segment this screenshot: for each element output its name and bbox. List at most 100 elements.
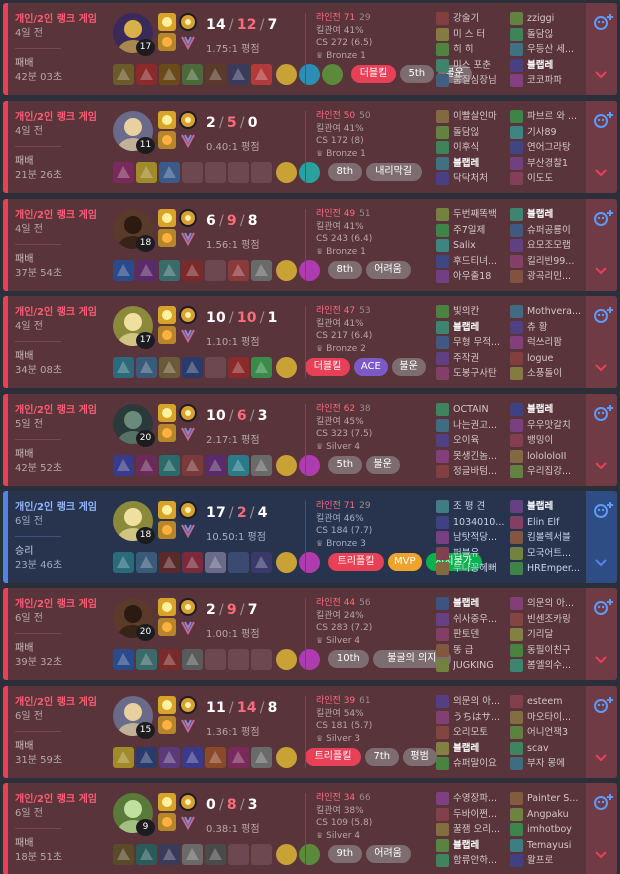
item-slot[interactable]: [205, 357, 226, 378]
player-entry[interactable]: 요모조모랩: [510, 238, 582, 253]
player-name[interactable]: Salix: [453, 238, 508, 253]
player-name[interactable]: 왈프로: [527, 853, 582, 868]
item-slot[interactable]: [113, 357, 134, 378]
add-favorite-icon[interactable]: [593, 501, 615, 519]
player-entry[interactable]: 코코파파: [510, 73, 582, 88]
player-entry[interactable]: 강술기: [436, 11, 508, 26]
player-name[interactable]: 히 히: [453, 42, 508, 57]
player-entry[interactable]: HREmper...: [510, 561, 582, 576]
player-name[interactable]: 두바이쩐...: [453, 807, 508, 822]
match-row[interactable]: 개인/2인 랭크 게임 4일 전 패배 42분 03초 17 14/12/7 1.75:1 …: [3, 3, 617, 95]
player-entry[interactable]: 돌담읺: [436, 125, 508, 140]
player-name[interactable]: 쉬사중우...: [453, 612, 508, 627]
item-slot[interactable]: [136, 552, 157, 573]
player-entry[interactable]: 부자 몽에: [510, 756, 582, 771]
player-name[interactable]: OCTAIN: [453, 402, 508, 417]
item-slot[interactable]: [205, 64, 226, 85]
item-slot[interactable]: [205, 844, 226, 865]
item-slot[interactable]: [136, 64, 157, 85]
player-entry[interactable]: 츄 황: [510, 320, 582, 335]
player-name[interactable]: Angpaku: [527, 807, 582, 822]
player-name[interactable]: 퍼블유: [453, 546, 508, 561]
player-entry[interactable]: 슈퍼말이요: [436, 756, 508, 771]
item-slot[interactable]: [113, 844, 134, 865]
player-entry[interactable]: 빛의칸: [436, 304, 508, 319]
player-entry[interactable]: Angpaku: [510, 807, 582, 822]
player-entry[interactable]: esteem: [510, 694, 582, 709]
player-entry[interactable]: 모국어트...: [510, 546, 582, 561]
item-slot[interactable]: [251, 64, 272, 85]
item-slot[interactable]: [113, 64, 134, 85]
item-slot[interactable]: [182, 357, 203, 378]
player-name[interactable]: 츄 황: [527, 320, 582, 335]
player-entry[interactable]: 누나꽁헤뻐: [436, 561, 508, 576]
item-slot[interactable]: [113, 455, 134, 476]
match-row[interactable]: 개인/2인 랭크 게임 6일 전 패배 18분 51초 9 0/8/3 0.38:1 평점 9…: [3, 783, 617, 874]
item-slot[interactable]: [228, 844, 249, 865]
player-entry[interactable]: 오리모토: [436, 725, 508, 740]
item-slot[interactable]: [228, 552, 249, 573]
item-slot[interactable]: [159, 260, 180, 281]
match-row[interactable]: 개인/2인 랭크 게임 4일 전 패배 34분 08초 17 10/10/1 1.10:1 …: [3, 296, 617, 388]
player-name[interactable]: zziggi: [527, 11, 582, 26]
player-entry[interactable]: 기리달: [510, 627, 582, 642]
player-entry[interactable]: 블랩레: [510, 402, 582, 417]
item-slot[interactable]: [182, 162, 203, 183]
player-entry[interactable]: 판토덴: [436, 627, 508, 642]
item-slot[interactable]: [159, 552, 180, 573]
player-entry[interactable]: 킬리빈99...: [510, 254, 582, 269]
player-name[interactable]: 모국어트...: [527, 546, 582, 561]
player-entry[interactable]: 정글바텀...: [436, 464, 508, 479]
item-slot[interactable]: [205, 455, 226, 476]
player-name[interactable]: 아우출18: [453, 269, 508, 284]
item-slot[interactable]: [159, 455, 180, 476]
player-name[interactable]: 닥닥처처: [453, 171, 508, 186]
item-slot[interactable]: [228, 747, 249, 768]
player-entry[interactable]: うちはサ...: [436, 710, 508, 725]
player-name[interactable]: 블랩레: [527, 402, 582, 417]
player-name[interactable]: 함류안하...: [453, 853, 508, 868]
match-row[interactable]: 개인/2인 랭크 게임 4일 전 패배 21분 26초 11 2/5/0 0.40:1 평점…: [3, 101, 617, 193]
player-name[interactable]: logue: [527, 351, 582, 366]
player-entry[interactable]: 소풍돌이: [510, 366, 582, 381]
player-name[interactable]: 럭쓰리팜: [527, 335, 582, 350]
player-entry[interactable]: Salix: [436, 238, 508, 253]
player-entry[interactable]: 히 히: [436, 42, 508, 57]
item-slot[interactable]: [182, 455, 203, 476]
item-slot[interactable]: [251, 260, 272, 281]
item-slot[interactable]: [251, 747, 272, 768]
player-name[interactable]: lolololoII: [527, 449, 582, 464]
player-name[interactable]: 빛의칸: [453, 304, 508, 319]
player-name[interactable]: 강술기: [453, 11, 508, 26]
match-row[interactable]: 개인/2인 랭크 게임 6일 전 패배 39분 32초 20 2/9/7 1.00:1 평점…: [3, 588, 617, 680]
item-slot[interactable]: [228, 162, 249, 183]
player-entry[interactable]: 블랩레: [436, 156, 508, 171]
player-name[interactable]: 뱅밍이: [527, 433, 582, 448]
add-favorite-icon[interactable]: [593, 696, 615, 714]
player-name[interactable]: 킬리빈99...: [527, 254, 582, 269]
item-slot[interactable]: [113, 552, 134, 573]
item-slot[interactable]: [251, 844, 272, 865]
player-name[interactable]: JUGKING: [453, 658, 508, 673]
player-name[interactable]: 판토덴: [453, 627, 508, 642]
item-slot[interactable]: [136, 162, 157, 183]
item-slot[interactable]: [251, 649, 272, 670]
player-name[interactable]: 블랩레: [453, 596, 508, 611]
player-entry[interactable]: 블랩레: [510, 58, 582, 73]
add-favorite-icon[interactable]: [593, 404, 615, 422]
player-name[interactable]: 빈센조카링: [527, 612, 582, 627]
player-name[interactable]: esteem: [527, 694, 582, 709]
player-entry[interactable]: 봄엘의수...: [510, 658, 582, 673]
player-entry[interactable]: 이도도: [510, 171, 582, 186]
item-slot[interactable]: [182, 649, 203, 670]
player-entry[interactable]: 이빨살인마: [436, 109, 508, 124]
player-name[interactable]: 품질심장님: [453, 73, 508, 88]
player-entry[interactable]: Painter S...: [510, 791, 582, 806]
item-slot[interactable]: [159, 64, 180, 85]
player-name[interactable]: imhotboy: [527, 822, 582, 837]
player-entry[interactable]: 조 평 견: [436, 499, 508, 514]
item-slot[interactable]: [136, 747, 157, 768]
player-entry[interactable]: 마오타이...: [510, 710, 582, 725]
item-slot[interactable]: [136, 844, 157, 865]
player-name[interactable]: 남탓적당...: [453, 530, 508, 545]
